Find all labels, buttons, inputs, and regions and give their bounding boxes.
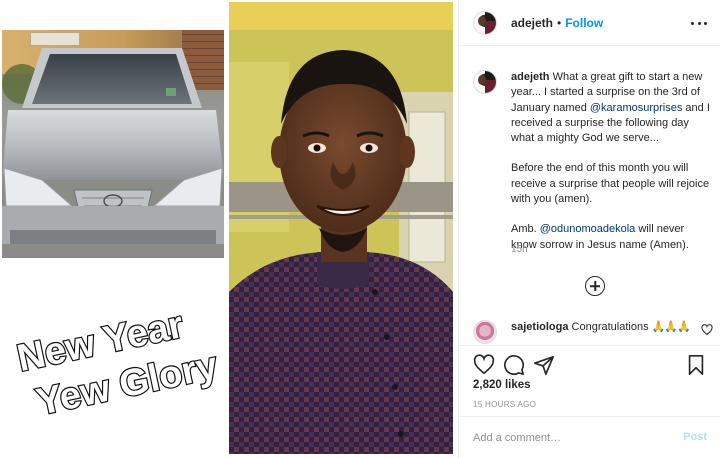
likes-count[interactable]: 2,820 likes [473, 379, 531, 391]
more-icon[interactable] [691, 16, 707, 30]
actions-section: 2,820 likes 15 HOURS AGO Post [459, 345, 720, 458]
caption-text: adejeth What a great gift to start a new… [511, 71, 710, 251]
caption-username[interactable]: adejeth [511, 71, 550, 83]
comment-text: sajetiologa Congratulations 🙏🙏🙏 [511, 321, 691, 333]
selfie-photo [229, 2, 453, 454]
author-avatar[interactable] [473, 10, 497, 35]
mention-odunomoadekola[interactable]: @odunomoadekola [540, 223, 636, 235]
add-comment-bar: Post [459, 416, 720, 458]
follow-button[interactable]: Follow [565, 16, 603, 30]
author-username[interactable]: adejeth [511, 16, 553, 30]
post-timestamp[interactable]: 15 HOURS AGO [473, 400, 536, 409]
comment-icon[interactable] [503, 354, 525, 376]
action-bar [473, 354, 707, 378]
post-header: adejeth • Follow [459, 0, 720, 46]
overlay-text: New Year Yew Glory [12, 303, 222, 425]
post-panel: adejeth • Follow adejeth What a great gi… [458, 0, 720, 458]
mention-karamosurprises[interactable]: @karamosurprises [590, 102, 682, 114]
caption-paragraph-2: Before the end of this month you will re… [511, 162, 710, 206]
post-comment-button[interactable]: Post [683, 431, 707, 443]
commenter-avatar[interactable] [473, 320, 497, 344]
commenter-username[interactable]: sajetiologa [511, 321, 568, 333]
comment-item: sajetiologa Congratulations 🙏🙏🙏 [473, 318, 713, 345]
caption-avatar[interactable] [473, 70, 497, 94]
comments-section: adejeth What a great gift to start a new… [459, 58, 720, 345]
comment-input[interactable] [473, 428, 663, 448]
car-photo [2, 30, 224, 258]
separator-dot: • [557, 15, 562, 30]
load-more-icon[interactable] [585, 276, 605, 296]
post-image[interactable]: New Year Yew Glory [0, 0, 458, 458]
pray-emoji: 🙏🙏🙏 [651, 321, 691, 333]
comment-like-heart-icon[interactable] [701, 324, 713, 336]
bookmark-icon[interactable] [685, 354, 707, 376]
heart-icon[interactable] [473, 354, 495, 376]
share-icon[interactable] [533, 354, 555, 376]
caption-time[interactable]: 15h [511, 244, 528, 255]
